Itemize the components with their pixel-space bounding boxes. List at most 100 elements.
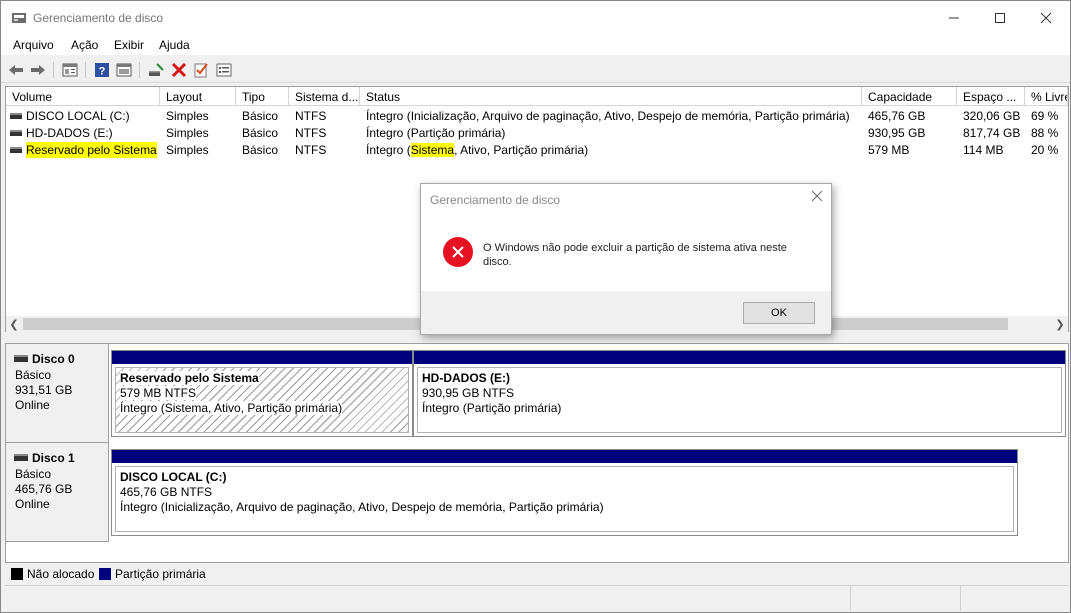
- legend-unallocated-label: Não alocado: [27, 567, 95, 581]
- table-row[interactable]: HD-DADOS (E:) Simples Básico NTFS Íntegr…: [6, 124, 1068, 141]
- cell-status: Íntegro (Sistema, Ativo, Partição primár…: [366, 143, 588, 157]
- delete-icon[interactable]: [170, 61, 188, 79]
- cell-livre: 88 %: [1031, 126, 1059, 140]
- partition-status: Íntegro (Inicialização, Arquivo de pagin…: [120, 500, 604, 514]
- cell-layout: Simples: [166, 143, 209, 157]
- properties-icon[interactable]: [61, 61, 79, 79]
- scroll-left-icon[interactable]: ❮: [6, 316, 22, 332]
- menu-ajuda[interactable]: Ajuda: [159, 38, 190, 52]
- connect-icon[interactable]: [147, 61, 165, 79]
- cell-volume: HD-DADOS (E:): [26, 126, 113, 140]
- menu-arquivo[interactable]: Arquivo: [13, 38, 54, 52]
- error-icon: [443, 237, 473, 267]
- disk-size: 465,76 GB: [15, 482, 73, 496]
- status-bar-separator: [960, 586, 961, 611]
- cell-status: Íntegro (Inicialização, Arquivo de pagin…: [366, 109, 850, 123]
- toolbar-separator: [139, 62, 140, 78]
- error-dialog: Gerenciamento de disco O Windows não pod…: [420, 183, 832, 335]
- legend-unallocated-swatch: [11, 568, 23, 580]
- cell-layout: Simples: [166, 109, 209, 123]
- view-icon[interactable]: [115, 61, 133, 79]
- dialog-message: O Windows não pode excluir a partição de…: [483, 242, 787, 268]
- status-text-highlight: Sistema: [410, 143, 455, 157]
- partition-reservado[interactable]: Reservado pelo Sistema 579 MB NTFS Ínteg…: [111, 350, 413, 437]
- primary-partition-bar: [112, 351, 412, 364]
- title-bar: Gerenciamento de disco: [1, 1, 1070, 35]
- partition-disco-local[interactable]: DISCO LOCAL (C:) 465,76 GB NTFS Íntegro …: [111, 449, 1018, 536]
- disk-icon: [14, 355, 28, 362]
- menu-exibir[interactable]: Exibir: [114, 38, 144, 52]
- svg-text:?: ?: [99, 66, 106, 78]
- cell-sistema: NTFS: [295, 143, 327, 157]
- cell-layout: Simples: [166, 126, 209, 140]
- menu-acao[interactable]: Ação: [71, 38, 98, 52]
- partition-hd-dados[interactable]: HD-DADOS (E:) 930,95 GB NTFS Íntegro (Pa…: [413, 350, 1066, 437]
- status-bar-separator: [850, 586, 851, 611]
- menu-bar: Arquivo Ação Exibir Ajuda: [1, 35, 1070, 55]
- disk-type: Básico: [15, 368, 52, 382]
- column-header-layout[interactable]: Layout: [160, 87, 236, 106]
- table-row[interactable]: DISCO LOCAL (C:) Simples Básico NTFS Ínt…: [6, 107, 1068, 124]
- ok-button[interactable]: OK: [743, 302, 815, 324]
- partition-status: Íntegro (Sistema, Ativo, Partição primár…: [120, 401, 343, 415]
- disk-0-label[interactable]: Disco 0 Básico 931,51 GB Online: [6, 344, 109, 443]
- disk-name: Disco 1: [32, 451, 75, 465]
- cell-espaco: 320,06 GB: [963, 109, 1021, 123]
- cell-status: Íntegro (Partição primária): [366, 126, 506, 140]
- cell-capacidade: 930,95 GB: [868, 126, 926, 140]
- volume-icon: [10, 147, 22, 153]
- toolbar-separator: [85, 62, 86, 78]
- column-header-tipo[interactable]: Tipo: [236, 87, 289, 106]
- status-text-pre: Íntegro (: [366, 143, 411, 157]
- dialog-close-icon[interactable]: [811, 189, 823, 205]
- cell-capacidade: 465,76 GB: [868, 109, 926, 123]
- partition-name: Reservado pelo Sistema: [120, 371, 259, 385]
- column-header-capacidade[interactable]: Capacidade: [862, 87, 957, 106]
- table-row[interactable]: Reservado pelo Sistema Simples Básico NT…: [6, 141, 1068, 158]
- disk-1-label[interactable]: Disco 1 Básico 465,76 GB Online: [6, 443, 109, 542]
- back-icon[interactable]: [7, 61, 25, 79]
- legend: Não alocado Partição primária: [5, 564, 1069, 584]
- help-icon[interactable]: ?: [93, 61, 111, 79]
- column-header-espaco[interactable]: Espaço ...: [957, 87, 1025, 106]
- column-header-livre[interactable]: % Livre: [1025, 87, 1068, 106]
- primary-partition-bar: [414, 351, 1065, 364]
- partition-body: Reservado pelo Sistema 579 MB NTFS Ínteg…: [115, 367, 409, 433]
- cell-volume: DISCO LOCAL (C:): [26, 109, 130, 123]
- toolbar-separator: [53, 62, 54, 78]
- cell-livre: 20 %: [1031, 143, 1059, 157]
- maximize-button[interactable]: [977, 1, 1023, 35]
- legend-primary-swatch: [99, 568, 111, 580]
- dialog-footer: OK: [421, 291, 831, 334]
- primary-partition-bar: [112, 450, 1017, 463]
- disk-icon: [14, 454, 28, 461]
- volume-icon: [10, 130, 22, 136]
- close-window-button[interactable]: [1023, 1, 1069, 35]
- check-icon[interactable]: [192, 61, 210, 79]
- partition-name: DISCO LOCAL (C:): [120, 470, 227, 484]
- cell-tipo: Básico: [242, 126, 279, 140]
- list-icon[interactable]: [215, 61, 233, 79]
- cell-sistema: NTFS: [295, 109, 327, 123]
- cell-volume: Reservado pelo Sistema: [26, 142, 157, 158]
- minimize-button[interactable]: [931, 1, 977, 35]
- cell-livre: 69 %: [1031, 109, 1059, 123]
- cell-tipo: Básico: [242, 109, 279, 123]
- cell-tipo: Básico: [242, 143, 279, 157]
- legend-primary-label: Partição primária: [115, 567, 206, 581]
- partition-body: DISCO LOCAL (C:) 465,76 GB NTFS Íntegro …: [115, 466, 1014, 532]
- forward-icon[interactable]: [29, 61, 47, 79]
- partition-status: Íntegro (Partição primária): [422, 401, 562, 415]
- scroll-right-icon[interactable]: ❯: [1052, 316, 1068, 332]
- column-header-volume[interactable]: Volume: [6, 87, 160, 106]
- window-title: Gerenciamento de disco: [33, 11, 164, 25]
- column-header-sistema[interactable]: Sistema d...: [289, 87, 360, 106]
- partition-size: 579 MB NTFS: [120, 386, 197, 400]
- disk-state: Online: [15, 398, 50, 412]
- disk-map-pane: Disco 0 Básico 931,51 GB Online Reservad…: [5, 343, 1069, 563]
- partition-size: 930,95 GB NTFS: [422, 386, 515, 400]
- status-bar: [5, 585, 1069, 611]
- volume-icon: [10, 113, 22, 119]
- partition-body: HD-DADOS (E:) 930,95 GB NTFS Íntegro (Pa…: [417, 367, 1062, 433]
- column-header-status[interactable]: Status: [360, 87, 862, 106]
